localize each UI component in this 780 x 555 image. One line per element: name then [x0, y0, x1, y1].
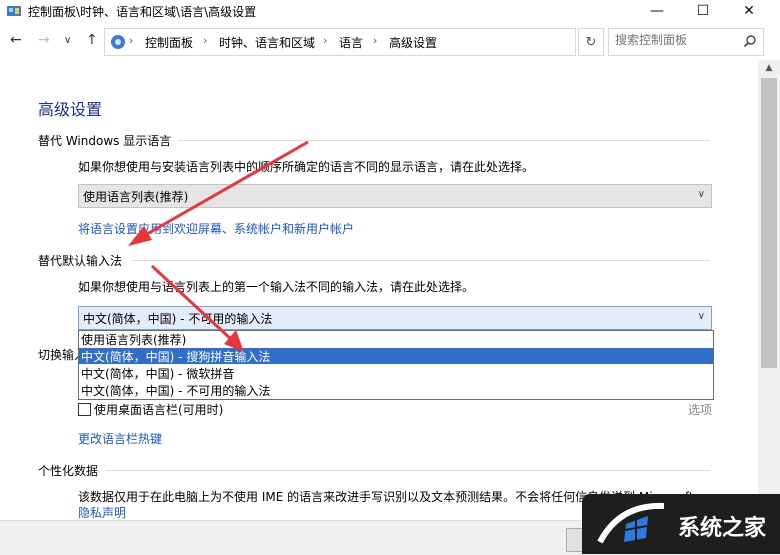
watermark-text: 系统之家 — [678, 516, 767, 541]
control-panel-icon — [7, 6, 21, 16]
main-content: 高级设置 替代 Windows 显示语言 如果你想使用与安装语言列表中的顺序所确… — [0, 60, 758, 520]
dropdown-option[interactable]: 使用语言列表(推荐) — [79, 331, 713, 347]
dropdown-option[interactable]: 中文(简体，中国) - 微软拼音 — [79, 365, 713, 381]
input-method-dropdown: 使用语言列表(推荐) 中文(简体，中国) - 搜狗拼音输入法 中文(简体，中国)… — [78, 330, 714, 400]
breadcrumb-advanced-settings[interactable]: 高级设置 — [389, 34, 437, 51]
maximize-button[interactable]: ☐ — [680, 0, 726, 22]
display-language-description: 如果你想使用与安装语言列表中的顺序所确定的语言不同的显示语言，请在此处选择。 — [78, 160, 535, 174]
input-method-description: 如果你想使用与语言列表上的第一个输入法不同的输入法，请在此处选择。 — [78, 280, 475, 294]
close-button[interactable]: ✕ — [726, 0, 772, 22]
desktop-language-bar-label: 使用桌面语言栏(可用时) — [94, 403, 224, 417]
breadcrumb-clock-language-region[interactable]: 时钟、语言和区域 — [219, 34, 315, 51]
privacy-statement-link[interactable]: 隐私声明 — [78, 504, 126, 520]
personalization-heading: 个性化数据 — [38, 464, 99, 478]
watermark: 系统之家 — [582, 494, 780, 554]
control-panel-icon — [111, 35, 125, 49]
input-method-heading: 替代默认输入法 — [38, 254, 123, 268]
breadcrumb-control-panel[interactable]: 控制面板 — [145, 34, 193, 51]
search-input[interactable] — [615, 33, 735, 47]
search-icon[interactable] — [743, 34, 757, 48]
input-method-select-value: 中文(简体，中国) - 不可用的输入法 — [83, 312, 273, 326]
address-bar[interactable]: › 控制面板 › 时钟、语言和区域 › 语言 › 高级设置 ∨ — [104, 28, 668, 56]
section-divider — [106, 470, 710, 471]
display-language-select[interactable]: 使用语言列表(推荐) ∨ — [78, 184, 712, 208]
dropdown-option[interactable]: 中文(简体，中国) - 不可用的输入法 — [79, 382, 713, 398]
forward-arrow-icon[interactable]: → — [38, 32, 50, 48]
history-chevron-icon[interactable]: ∨ — [64, 35, 71, 46]
site-logo-icon — [597, 502, 665, 544]
display-language-heading: 替代 Windows 显示语言 — [38, 134, 172, 148]
apply-language-settings-link[interactable]: 将语言设置应用到欢迎屏幕、系统帐户和新用户帐户 — [78, 220, 354, 237]
search-box[interactable] — [608, 28, 764, 56]
back-arrow-icon[interactable]: ← — [10, 32, 22, 48]
change-hotkey-link[interactable]: 更改语言栏热键 — [78, 430, 162, 447]
up-arrow-icon[interactable]: ↑ — [86, 32, 98, 48]
minimize-button[interactable]: — — [634, 0, 680, 22]
input-method-select[interactable]: 中文(简体，中国) - 不可用的输入法 ∨ — [78, 306, 712, 330]
breadcrumb-separator-icon: › — [129, 34, 134, 47]
section-divider — [178, 140, 710, 141]
navigation-bar: ← → ∨ ↑ › 控制面板 › 时钟、语言和区域 › 语言 › 高级设置 ∨ … — [0, 28, 780, 56]
breadcrumb-separator-icon: › — [203, 34, 208, 47]
desktop-language-bar-checkbox[interactable] — [78, 403, 91, 416]
window-title: 控制面板\时钟、语言和区域\语言\高级设置 — [28, 5, 257, 19]
chevron-down-icon: ∨ — [697, 189, 705, 200]
dropdown-option-selected[interactable]: 中文(简体，中国) - 搜狗拼音输入法 — [79, 348, 713, 364]
breadcrumb-separator-icon: › — [373, 34, 378, 47]
page-title: 高级设置 — [38, 100, 103, 119]
chevron-down-icon: ∨ — [697, 311, 705, 322]
options-link[interactable]: 选项 — [688, 401, 712, 418]
scrollbar-thumb[interactable] — [761, 78, 777, 368]
display-language-select-value: 使用语言列表(推荐) — [83, 190, 189, 204]
title-bar: 控制面板\时钟、语言和区域\语言\高级设置 — ☐ ✕ — [0, 0, 780, 22]
breadcrumb-language[interactable]: 语言 — [339, 34, 363, 51]
breadcrumb-separator-icon: › — [323, 34, 328, 47]
section-divider — [132, 260, 710, 261]
refresh-button[interactable]: ↻ — [578, 28, 604, 56]
scroll-up-icon[interactable]: ▲ — [758, 60, 780, 76]
